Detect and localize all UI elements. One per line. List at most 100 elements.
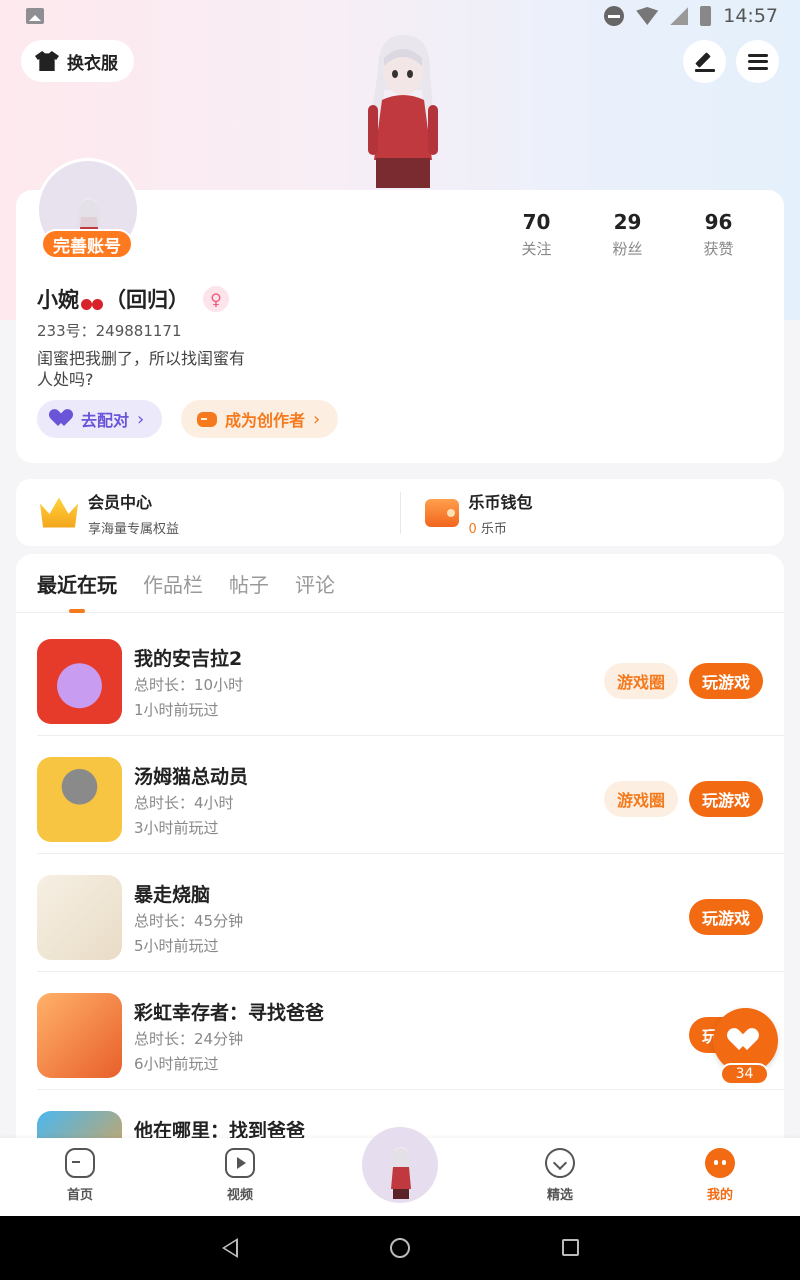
gamepad-icon — [197, 411, 217, 427]
match-label: 去配对 — [81, 411, 130, 430]
member-center-button[interactable]: 会员中心 享海量专属权益 — [16, 479, 400, 546]
wallet-title: 乐币钱包 — [468, 492, 533, 512]
me-icon — [705, 1148, 735, 1178]
profile-tabs: 最近在玩 作品栏 帖子 评论 — [16, 554, 784, 613]
creator-label: 成为创作者 — [225, 411, 306, 430]
heart-icon — [733, 1029, 759, 1053]
chevron-right-icon: › — [313, 408, 321, 430]
like-count-badge: 34 — [720, 1063, 769, 1085]
game-duration: 总时长：45分钟 — [134, 912, 244, 930]
play-game-button[interactable]: 玩游戏 — [688, 899, 763, 935]
tab-posts[interactable]: 帖子 — [229, 554, 269, 613]
recent-apps-icon[interactable] — [562, 1239, 579, 1256]
game-last-played: 3小时前玩过 — [134, 819, 219, 837]
nav-featured[interactable]: 精选 — [520, 1148, 600, 1203]
game-last-played: 5小时前玩过 — [134, 937, 219, 955]
play-game-button[interactable]: 玩游戏 — [688, 663, 763, 699]
play-game-button[interactable]: 玩游戏 — [688, 781, 763, 817]
game-last-played: 1小时前玩过 — [134, 701, 219, 719]
stat-likes[interactable]: 96 获赞 — [673, 210, 764, 259]
nav-video-label: 视频 — [226, 1188, 253, 1203]
home-icon[interactable] — [390, 1238, 410, 1258]
wallet-icon — [424, 498, 459, 527]
edit-profile-button[interactable] — [683, 40, 726, 83]
game-circle-button[interactable]: 游戏圈 — [603, 663, 678, 699]
game-row[interactable]: 彩虹幸存者：寻找爸爸 总时长：24分钟 6小时前玩过 玩游戏 — [37, 972, 784, 1090]
tab-works[interactable]: 作品栏 — [143, 554, 203, 613]
female-icon: ♀ — [203, 286, 229, 312]
member-wallet-row: 会员中心 享海量专属权益 乐币钱包 0 乐币 — [16, 479, 784, 546]
become-creator-button[interactable]: 成为创作者 › — [181, 400, 339, 438]
crown-icon — [40, 497, 78, 528]
gallery-notification-icon — [26, 8, 44, 24]
featured-icon — [545, 1148, 575, 1178]
nav-featured-label: 精选 — [546, 1188, 573, 1203]
recent-games-card: 最近在玩 作品栏 帖子 评论 我的安吉拉2 总时长：10小时 1小时前玩过 游戏… — [16, 554, 784, 1154]
change-outfit-button[interactable]: 换衣服 — [21, 40, 134, 82]
stat-following-label: 关注 — [521, 240, 552, 258]
game-name: 彩虹幸存者：寻找爸爸 — [134, 1002, 325, 1024]
status-bar: 14:57 — [0, 0, 800, 32]
tab-recent-played[interactable]: 最近在玩 — [37, 554, 117, 613]
nickname-suffix: （回归） — [105, 288, 189, 312]
menu-button[interactable] — [736, 40, 779, 83]
stat-followers-label: 粉丝 — [612, 240, 643, 258]
avatar-character[interactable] — [348, 30, 452, 190]
tab-comments[interactable]: 评论 — [295, 554, 335, 613]
cherry-icon — [81, 288, 103, 310]
nav-video[interactable]: 视频 — [200, 1148, 280, 1203]
chevron-right-icon: › — [137, 408, 145, 430]
nav-home[interactable]: 首页 — [40, 1148, 120, 1203]
game-name: 暴走烧脑 — [134, 884, 211, 906]
wallet-amount: 0 — [468, 521, 477, 537]
heart-icon — [53, 410, 73, 428]
member-center-subtitle: 享海量专属权益 — [88, 521, 180, 537]
signal-icon — [670, 7, 689, 25]
stat-following[interactable]: 70 关注 — [491, 210, 582, 259]
change-outfit-label: 换衣服 — [67, 53, 118, 74]
nickname: 小婉 （回归） ♀ — [37, 284, 229, 314]
battery-icon — [700, 6, 712, 26]
stat-following-count: 70 — [522, 210, 551, 234]
game-icon[interactable] — [37, 993, 122, 1078]
game-name: 汤姆猫总动员 — [134, 766, 249, 788]
back-icon[interactable] — [222, 1238, 238, 1258]
clock: 14:57 — [723, 5, 778, 27]
complete-account-badge[interactable]: 完善账号 — [41, 229, 133, 259]
profile-card: 完善账号 70 关注 29 粉丝 96 获赞 小婉 （回归） ♀ 233号：24… — [16, 158, 784, 463]
wallet-unit: 乐币 — [476, 521, 507, 537]
member-center-title: 会员中心 — [88, 492, 153, 512]
menu-icon — [747, 53, 768, 70]
system-navigation-bar — [0, 1216, 800, 1280]
do-not-disturb-icon — [604, 6, 625, 26]
video-icon — [225, 1148, 255, 1178]
game-icon[interactable] — [37, 875, 122, 960]
user-id: 233号：249881171 — [37, 322, 182, 340]
pen-icon — [694, 52, 715, 72]
nav-me[interactable]: 我的 — [680, 1148, 760, 1203]
game-circle-button[interactable]: 游戏圈 — [603, 781, 678, 817]
game-row[interactable]: 暴走烧脑 总时长：45分钟 5小时前玩过 玩游戏 — [37, 854, 784, 972]
match-button[interactable]: 去配对 › — [37, 400, 163, 438]
game-duration: 总时长：4小时 — [134, 794, 234, 812]
game-row[interactable]: 我的安吉拉2 总时长：10小时 1小时前玩过 游戏圈 玩游戏 — [37, 618, 784, 736]
game-icon[interactable] — [37, 757, 122, 842]
game-duration: 总时长：10小时 — [134, 676, 244, 694]
game-icon[interactable] — [37, 639, 122, 724]
game-name: 我的安吉拉2 — [134, 648, 243, 670]
game-row[interactable]: 汤姆猫总动员 总时长：4小时 3小时前玩过 游戏圈 玩游戏 — [37, 736, 784, 854]
nav-home-label: 首页 — [66, 1188, 93, 1203]
nickname-text: 小婉 — [37, 288, 79, 312]
shirt-icon — [35, 51, 59, 71]
stat-likes-label: 获赞 — [703, 240, 734, 258]
game-last-played: 6小时前玩过 — [134, 1055, 219, 1073]
center-avatar-button[interactable] — [362, 1127, 438, 1203]
game-duration: 总时长：24分钟 — [134, 1030, 244, 1048]
gamepad-icon — [65, 1148, 95, 1178]
nav-me-label: 我的 — [706, 1188, 733, 1203]
stat-followers-count: 29 — [613, 210, 642, 234]
wallet-button[interactable]: 乐币钱包 0 乐币 — [401, 479, 785, 546]
stat-followers[interactable]: 29 粉丝 — [582, 210, 673, 259]
profile-stats: 70 关注 29 粉丝 96 获赞 — [491, 210, 764, 259]
bio: 闺蜜把我删了，所以找闺蜜有人处吗? — [37, 349, 246, 389]
